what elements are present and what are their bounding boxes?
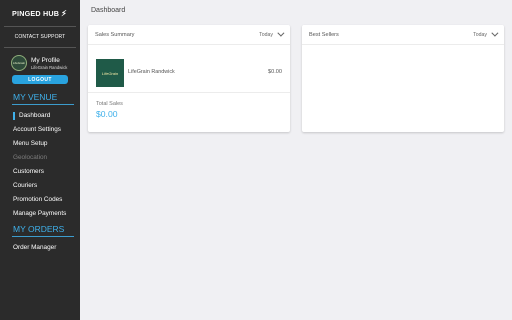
venue-logo: LifeGrain bbox=[96, 59, 124, 87]
sidebar: PINGED HUB ⚡︎ CONTACT SUPPORT LifeGrain … bbox=[0, 0, 80, 320]
orders-nav: Order Manager bbox=[0, 241, 80, 255]
contact-support-link[interactable]: CONTACT SUPPORT bbox=[0, 27, 80, 47]
chevron-down-icon bbox=[277, 29, 285, 37]
brand-name: PINGED HUB bbox=[12, 8, 60, 18]
brand-logo[interactable]: PINGED HUB ⚡︎ bbox=[0, 0, 80, 26]
nav-item-couriers[interactable]: Couriers bbox=[0, 179, 80, 193]
nav-item-promotion-codes[interactable]: Promotion Codes bbox=[0, 193, 80, 207]
sales-summary-card: Sales Summary Today LifeGrain LifeGrain … bbox=[88, 25, 290, 132]
venue-nav: Dashboard Account Settings Menu Setup Ge… bbox=[0, 109, 80, 221]
card-title: Sales Summary bbox=[95, 31, 135, 38]
range-dropdown[interactable]: Today bbox=[259, 29, 285, 38]
card-title: Best Sellers bbox=[309, 31, 339, 38]
venue-sales-row: LifeGrain LifeGrain Randwick $0.00 bbox=[88, 45, 290, 93]
section-title-my-venue: MY VENUE bbox=[13, 92, 58, 102]
nav-item-menu-setup[interactable]: Menu Setup bbox=[0, 137, 80, 151]
nav-item-dashboard[interactable]: Dashboard bbox=[0, 109, 80, 123]
section-underline bbox=[12, 236, 74, 237]
total-sales-label: Total Sales bbox=[96, 101, 123, 107]
page-title: Dashboard bbox=[91, 6, 126, 14]
profile-block[interactable]: LifeGrain My Profile LifeGrain Randwick bbox=[0, 48, 80, 71]
bolt-icon: ⚡︎ bbox=[61, 8, 67, 18]
venue-amount: $0.00 bbox=[268, 68, 282, 75]
avatar-logo-text: LifeGrain bbox=[12, 61, 26, 65]
avatar: LifeGrain bbox=[11, 55, 27, 71]
nav-item-account-settings[interactable]: Account Settings bbox=[0, 123, 80, 137]
profile-venue: LifeGrain Randwick bbox=[31, 64, 68, 70]
chevron-down-icon bbox=[491, 29, 499, 37]
best-sellers-card: Best Sellers Today bbox=[302, 25, 504, 132]
section-title-my-orders: MY ORDERS bbox=[13, 224, 65, 234]
nav-item-customers[interactable]: Customers bbox=[0, 165, 80, 179]
range-value: Today bbox=[259, 31, 273, 38]
range-dropdown[interactable]: Today bbox=[473, 29, 499, 38]
nav-item-geolocation: Geolocation bbox=[13, 154, 48, 161]
total-sales-value: $0.00 bbox=[96, 109, 118, 119]
logout-button[interactable]: LOGOUT bbox=[12, 75, 68, 84]
profile-name: My Profile bbox=[31, 56, 60, 64]
range-value: Today bbox=[473, 31, 487, 38]
nav-item-manage-payments[interactable]: Manage Payments bbox=[0, 207, 80, 221]
venue-name: LifeGrain Randwick bbox=[128, 68, 175, 75]
venue-logo-text: LifeGrain bbox=[101, 70, 119, 76]
nav-item-order-manager[interactable]: Order Manager bbox=[0, 241, 80, 255]
section-underline bbox=[12, 104, 74, 105]
